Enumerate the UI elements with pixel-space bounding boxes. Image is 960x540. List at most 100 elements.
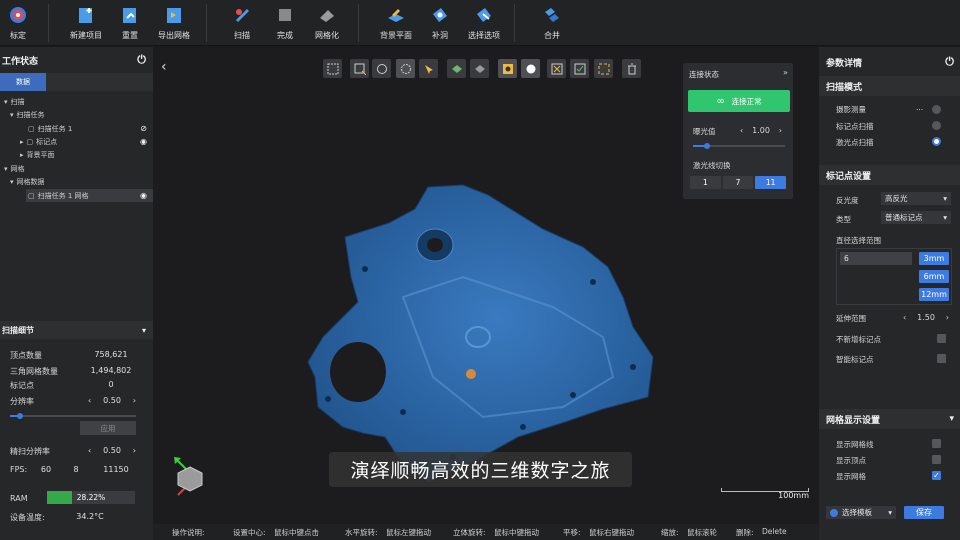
scan-details-header[interactable]: 扫描细节 ▾ — [0, 321, 153, 339]
export-mesh-button[interactable]: 导出网格 — [146, 0, 202, 46]
view-fit-icon[interactable] — [323, 59, 342, 78]
tree-item-scan[interactable]: ▾ 扫描 — [4, 95, 25, 108]
center-label: 设置中心: — [233, 528, 266, 537]
no-new-marker-checkbox[interactable] — [937, 334, 946, 343]
power-icon[interactable]: ⏻ — [945, 55, 954, 69]
save-button[interactable]: 保存 — [904, 506, 944, 519]
scan-mode-header[interactable]: 扫描模式 — [819, 76, 960, 96]
triangle-value: 1,494,802 — [90, 366, 132, 375]
merge-button[interactable]: 合并 — [524, 0, 580, 46]
chevron-down-icon: ▾ — [943, 213, 947, 222]
tab-data[interactable]: 数据 — [0, 73, 46, 91]
target-icon — [8, 5, 28, 25]
show-lines-label: 显示网格线 — [836, 440, 874, 449]
tree-item-scan-task-1[interactable]: ▢ 扫描任务 1 ⊘ — [0, 122, 153, 135]
select-icon — [474, 5, 494, 25]
pick-icon[interactable] — [419, 59, 438, 78]
show-vertices-label: 显示顶点 — [836, 456, 866, 465]
exposure-slider[interactable] — [693, 143, 785, 149]
check-select-icon[interactable] — [570, 59, 589, 78]
vertex-label: 顶点数量 — [10, 351, 42, 360]
lasso-select-icon[interactable] — [372, 59, 391, 78]
tree-item-scan-task[interactable]: ▾ 扫描任务 — [10, 108, 45, 121]
laser-option-7[interactable]: 7 — [722, 176, 754, 189]
panel-header: 工作状态 ⏻ — [0, 47, 153, 73]
hidden-eye-icon[interactable]: ⊘ — [140, 124, 147, 133]
select-all-icon[interactable] — [594, 59, 613, 78]
hrot-label: 水平旋转: — [345, 528, 378, 537]
delete-icon[interactable] — [622, 59, 641, 78]
axis-gizmo-icon[interactable] — [168, 451, 218, 506]
fps-value-b: 8 — [73, 465, 79, 474]
marker-settings-header[interactable]: 标记点设置 — [819, 165, 960, 185]
extend-label: 延伸范围 — [836, 314, 866, 323]
show-vertices-checkbox[interactable] — [932, 455, 941, 464]
reflect-label: 反光度 — [836, 196, 859, 205]
invert-select-icon[interactable] — [547, 59, 566, 78]
tree-item-bg-plane[interactable]: ▸ 背景平面 — [20, 148, 55, 161]
export-icon — [164, 5, 184, 25]
diameter-12mm[interactable]: 12mm — [919, 288, 949, 301]
mode-photo-radio[interactable] — [932, 105, 941, 114]
laser-option-11[interactable]: 11 — [755, 176, 787, 189]
rect-select-icon[interactable] — [350, 59, 369, 78]
smart-marker-checkbox[interactable] — [937, 354, 946, 363]
apply-button[interactable]: 应用 — [80, 421, 136, 435]
smart-marker-label: 智能标记点 — [836, 355, 874, 364]
brush-select-icon[interactable] — [396, 59, 415, 78]
laser-option-1[interactable]: 1 — [690, 176, 721, 189]
tree-item-mesh[interactable]: ▾ 网格 — [4, 162, 25, 175]
power-icon[interactable]: ⏻ — [137, 53, 146, 67]
connection-ok-button[interactable]: ∞ 连接正常 — [688, 90, 790, 112]
video-subtitle: 演绎顺畅高效的三维数字之旅 — [329, 452, 632, 487]
surface-select-icon[interactable] — [470, 59, 489, 78]
template-icon — [830, 509, 838, 517]
show-mesh-checkbox[interactable]: ✓ — [932, 471, 941, 480]
eye-icon[interactable]: ◉ — [140, 137, 147, 146]
diameter-label: 直径选择范围 — [836, 236, 881, 245]
type-dropdown[interactable]: 普通标记点 ▾ — [881, 211, 951, 224]
select-items-button[interactable]: 选择选项 — [456, 0, 512, 46]
collapse-left-icon[interactable]: ‹ — [161, 59, 167, 75]
pan-value: 鼠标右键拖动 — [589, 528, 634, 537]
exposure-stepper[interactable]: ‹ 1.00 › — [740, 126, 782, 135]
fine-resolution-stepper[interactable]: ‹ 0.50 › — [88, 446, 136, 455]
collapse-icon[interactable]: » — [783, 68, 788, 77]
show-mesh-label: 显示网格 — [836, 472, 866, 481]
template-dropdown[interactable]: 选择模板 ▾ — [826, 506, 896, 519]
scanned-mesh[interactable] — [303, 137, 663, 487]
decrement-icon: ‹ — [740, 126, 744, 135]
tree-item-mesh-item[interactable]: ▢ 扫描任务 1 网格 ◉ — [26, 189, 153, 202]
tree-item-mesh-data[interactable]: ▾ 网格数据 — [10, 175, 45, 188]
collapse-icon[interactable]: ▾ — [142, 326, 146, 335]
resolution-stepper[interactable]: ‹ 0.50 › — [88, 396, 136, 405]
extend-stepper[interactable]: ‹ 1.50 › — [903, 313, 949, 322]
connection-panel: 连接状态 » ∞ 连接正常 曝光值 ‹ 1.00 › 激光线切换 1 7 11 — [683, 63, 793, 199]
scanner-icon — [232, 5, 252, 25]
diameter-input[interactable]: 6 — [840, 252, 912, 265]
reflect-dropdown[interactable]: 高反光 ▾ — [881, 192, 951, 205]
mode-marker-radio[interactable] — [932, 121, 941, 130]
param-panel: 参数详情 ⏻ 扫描模式 摄影测量 ... 标记点扫描 激光点扫描 标记点设置 反光… — [819, 47, 960, 540]
decrement-icon: ‹ — [903, 313, 907, 322]
ram-label: RAM — [10, 494, 28, 503]
mode-laser-radio[interactable] — [932, 137, 941, 146]
plane-select-icon[interactable] — [447, 59, 466, 78]
tree-item-markers[interactable]: ▸ ▢ 标记点 ◉ — [0, 135, 153, 148]
eye-icon[interactable]: ◉ — [140, 191, 147, 200]
mode-photo-more[interactable]: ... — [916, 103, 923, 112]
fps-label: FPS: — [10, 465, 28, 474]
ram-value: 28.22% — [76, 493, 106, 502]
diameter-3mm[interactable]: 3mm — [919, 252, 949, 265]
point-toggle-icon[interactable] — [521, 59, 540, 78]
resolution-slider[interactable] — [10, 413, 136, 419]
show-lines-checkbox[interactable] — [932, 439, 941, 448]
marker-toggle-icon[interactable] — [498, 59, 517, 78]
merge-icon — [542, 5, 562, 25]
patch-icon — [430, 5, 450, 25]
diameter-6mm[interactable]: 6mm — [919, 270, 949, 283]
mesh-display-header[interactable]: 网格显示设置 ▾ — [819, 409, 960, 429]
mesh-button[interactable]: 网格化 — [299, 0, 355, 46]
calibrate-button[interactable]: 标定 — [0, 0, 46, 46]
ram-bar: 28.22% — [47, 491, 135, 504]
